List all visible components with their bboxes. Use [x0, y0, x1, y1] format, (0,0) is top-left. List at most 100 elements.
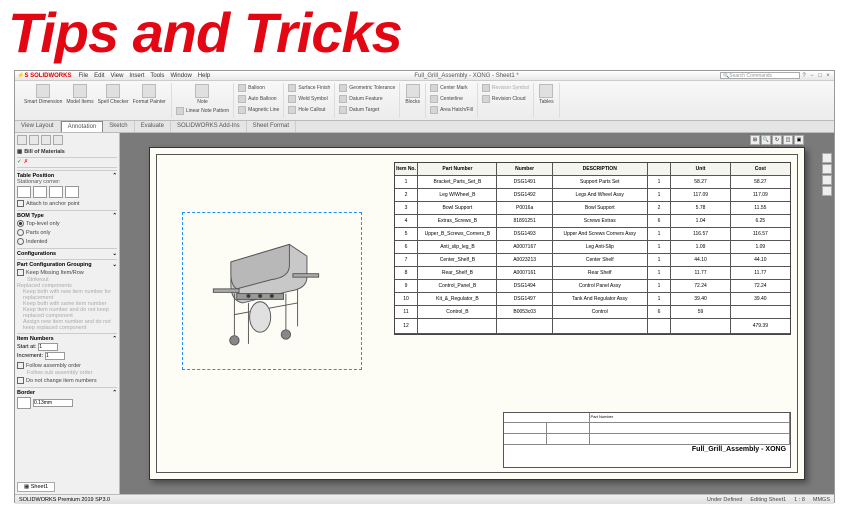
dont-change-checkbox[interactable]: Do not change item numbers — [17, 376, 117, 385]
increment-input[interactable] — [45, 352, 65, 360]
border-style-button[interactable] — [17, 397, 31, 409]
model-items-button[interactable]: Model Items — [64, 83, 95, 106]
search-commands-input[interactable]: 🔍 Search Commands — [720, 72, 800, 79]
table-row[interactable]: 3Bowl SupportP0016aBowl Support25.7811.5… — [395, 202, 790, 215]
vtool-3[interactable] — [822, 175, 832, 185]
table-row[interactable]: 4Extras_Screws_B81891251Screws Extras61.… — [395, 215, 790, 228]
datum-target-button[interactable]: Datum Target — [338, 105, 396, 115]
table-row[interactable]: 9Control_Panel_BDSG1494Control Panel Ass… — [395, 280, 790, 293]
vtool-4[interactable] — [822, 186, 832, 196]
attach-anchor-checkbox[interactable]: Attach to anchor point — [17, 199, 117, 208]
table-row[interactable]: 10Kit_&_Regulator_BDSG1497Tank And Regul… — [395, 293, 790, 306]
menu-view[interactable]: View — [111, 73, 124, 79]
table-row[interactable]: 5Upper_B_Screws_Corners_BDSG1493Upper An… — [395, 228, 790, 241]
corner-tr-button[interactable] — [33, 186, 47, 198]
tables-button[interactable]: Tables — [537, 83, 555, 106]
note-button[interactable]: Note — [193, 83, 211, 106]
corner-bl-button[interactable] — [49, 186, 63, 198]
ribbon-tabs: View Layout Annotation Sketch Evaluate S… — [15, 121, 834, 133]
revision-cloud-button[interactable]: Revision Cloud — [481, 94, 530, 104]
rep-opt-4: Assign new item number and do not keep r… — [17, 319, 117, 331]
panel-title: ▦ Bill of Materials — [17, 147, 117, 158]
tab-view-layout[interactable]: View Layout — [15, 121, 61, 132]
format-painter-button[interactable]: Format Painter — [131, 83, 168, 106]
help-icon[interactable]: ? — [800, 73, 808, 79]
tab-annotation[interactable]: Annotation — [61, 121, 104, 132]
center-mark-button[interactable]: Center Mark — [429, 83, 474, 93]
centerline-button[interactable]: Centerline — [429, 94, 474, 104]
top-level-only-radio[interactable]: Top-level only — [17, 219, 117, 228]
close-button[interactable]: × — [824, 73, 832, 79]
cancel-icon[interactable]: ✗ — [24, 159, 29, 165]
drawing-view-selection[interactable] — [182, 212, 361, 370]
table-row[interactable]: 8Rear_Shelf_BA0007161Rear Shelf111.7711.… — [395, 267, 790, 280]
datum-feature-button[interactable]: Datum Feature — [338, 94, 396, 104]
start-at-input[interactable] — [38, 343, 58, 351]
corner-tl-button[interactable] — [17, 186, 31, 198]
auto-balloon-button[interactable]: Auto Balloon — [237, 94, 280, 104]
status-bar: SOLIDWORKS Premium 2019 SP3.0 Under Defi… — [15, 494, 834, 504]
sheet1-tab[interactable]: ▦ Sheet1 — [17, 482, 55, 492]
table-row[interactable]: 7Center_Shelf_BA0023213Center Shelf144.1… — [395, 254, 790, 267]
menu-window[interactable]: Window — [170, 73, 191, 79]
maximize-button[interactable]: □ — [816, 73, 824, 79]
confirm-icon[interactable]: ✓ — [17, 159, 22, 165]
panel-tab-2[interactable] — [29, 135, 39, 145]
area-hatch-button[interactable]: Area Hatch/Fill — [429, 105, 474, 115]
zoom-fit-icon[interactable]: ⊞ — [750, 135, 760, 145]
ribbon: Smart Dimension Model Items Spell Checke… — [15, 81, 834, 121]
vtool-2[interactable] — [822, 164, 832, 174]
table-row[interactable]: 6Anti_slip_leg_BA0007167Leg Anti-Slip11.… — [395, 241, 790, 254]
table-row[interactable]: 11Control_BB0053c03Control659 — [395, 306, 790, 319]
drawing-canvas[interactable]: ⊞ 🔍 ↻ ◫ ▣ — [120, 133, 834, 494]
corner-br-button[interactable] — [65, 186, 79, 198]
rotate-icon[interactable]: ↻ — [772, 135, 782, 145]
keep-missing-checkbox[interactable]: Keep Missing Item/Row — [17, 268, 117, 277]
tab-addins[interactable]: SOLIDWORKS Add-Ins — [171, 121, 247, 132]
section-icon[interactable]: ▣ — [794, 135, 804, 145]
menu-tools[interactable]: Tools — [150, 73, 164, 79]
surface-finish-button[interactable]: Surface Finish — [287, 83, 331, 93]
drawing-sheet[interactable]: Item No. Part Number Number DESCRIPTION … — [149, 147, 806, 479]
status-units[interactable]: MMGS — [813, 497, 830, 503]
border-width-input[interactable] — [33, 399, 73, 407]
hole-callout-button[interactable]: Hole Callout — [287, 105, 331, 115]
magnetic-line-button[interactable]: Magnetic Line — [237, 105, 280, 115]
title-block[interactable]: Part Number Full_Grill_Assembly - XONG — [503, 412, 791, 469]
indented-radio[interactable]: Indented — [17, 237, 117, 246]
tab-sheet-format[interactable]: Sheet Format — [247, 121, 296, 132]
panel-tab-4[interactable] — [53, 135, 63, 145]
bom-header-row: Item No. Part Number Number DESCRIPTION … — [395, 163, 790, 176]
panel-tab-1[interactable] — [17, 135, 27, 145]
zoom-icon[interactable]: 🔍 — [761, 135, 771, 145]
bom-type-label: BOM Type — [17, 213, 44, 219]
menu-file[interactable]: File — [78, 73, 88, 79]
border-label: Border — [17, 390, 35, 396]
panel-tab-3[interactable] — [41, 135, 51, 145]
smart-dimension-button[interactable]: Smart Dimension — [22, 83, 64, 106]
geometric-tolerance-button[interactable]: Geometric Tolerance — [338, 83, 396, 93]
minimize-button[interactable]: − — [808, 73, 816, 79]
menu-help[interactable]: Help — [198, 73, 210, 79]
vertical-toolbar — [822, 153, 832, 196]
linear-note-pattern-button[interactable]: Linear Note Pattern — [175, 106, 230, 116]
balloon-button[interactable]: Balloon — [237, 83, 280, 93]
menu-insert[interactable]: Insert — [129, 73, 144, 79]
tab-evaluate[interactable]: Evaluate — [135, 121, 171, 132]
weld-symbol-button[interactable]: Weld Symbol — [287, 94, 331, 104]
blocks-button[interactable]: Blocks — [403, 83, 422, 106]
bom-table[interactable]: Item No. Part Number Number DESCRIPTION … — [394, 162, 791, 335]
menu-edit[interactable]: Edit — [94, 73, 104, 79]
app-window: ⚡S SOLIDWORKS File Edit View Insert Tool… — [14, 70, 835, 503]
status-scale[interactable]: 1 : 8 — [794, 497, 805, 503]
parts-only-radio[interactable]: Parts only — [17, 228, 117, 237]
display-icon[interactable]: ◫ — [783, 135, 793, 145]
tab-sketch[interactable]: Sketch — [103, 121, 134, 132]
spell-checker-button[interactable]: Spell Checker — [96, 83, 131, 106]
follow-assembly-checkbox[interactable]: Follow assembly order — [17, 361, 117, 370]
vtool-1[interactable] — [822, 153, 832, 163]
table-icon: ▦ — [17, 149, 22, 155]
grill-model-view — [192, 221, 352, 361]
table-row[interactable]: 1Bracket_Parts_Set_BDSG1491Support Parts… — [395, 176, 790, 189]
table-row[interactable]: 2Leg W/Wheel_BDSG1492Legs And Wheel Assy… — [395, 189, 790, 202]
